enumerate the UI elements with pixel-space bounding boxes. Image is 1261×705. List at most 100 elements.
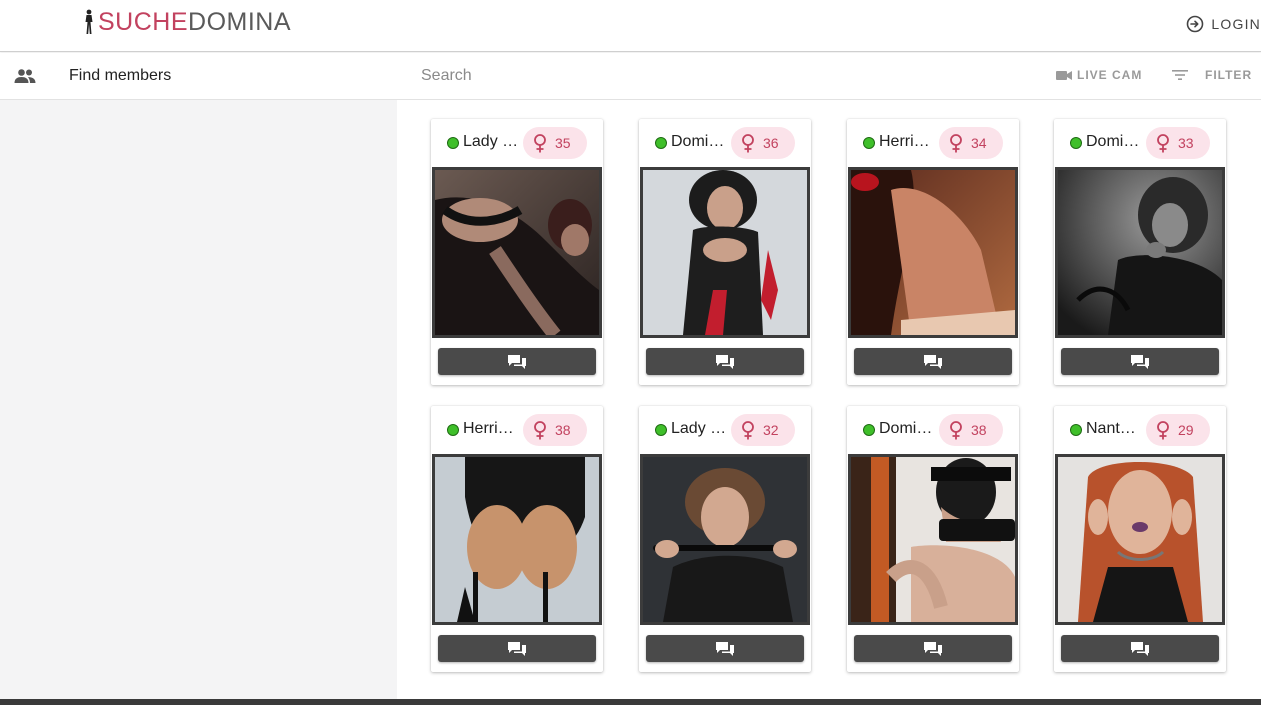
chat-icon (508, 354, 526, 369)
member-photo[interactable] (848, 454, 1018, 625)
member-card-header: Herrin… 34 (847, 119, 1019, 167)
chat-button[interactable] (438, 635, 596, 662)
login-icon (1187, 15, 1204, 33)
login-label: LOGIN (1211, 16, 1261, 32)
online-status-dot (863, 424, 875, 436)
female-icon (950, 133, 962, 152)
age-badge: 34 (939, 127, 1003, 159)
member-age: 35 (555, 135, 571, 151)
chat-button[interactable] (1061, 348, 1219, 375)
female-icon (950, 420, 962, 439)
online-status-dot (655, 424, 667, 436)
age-badge: 32 (731, 414, 795, 446)
member-age: 34 (971, 135, 987, 151)
member-photo-image (435, 457, 599, 622)
female-icon (534, 420, 546, 439)
member-card-header: Lady … 32 (639, 406, 811, 454)
member-name[interactable]: Nanth… (1086, 420, 1142, 438)
search-input[interactable] (421, 67, 1021, 85)
female-icon (742, 420, 754, 439)
chat-button[interactable] (854, 635, 1012, 662)
member-photo-image (851, 170, 1015, 335)
member-name[interactable]: Domi… (671, 133, 727, 151)
online-status-dot (1070, 137, 1082, 149)
member-name[interactable]: Lady … (463, 133, 519, 151)
chat-icon (716, 354, 734, 369)
member-photo[interactable] (640, 454, 810, 625)
chat-icon (1131, 641, 1149, 656)
find-members-item[interactable]: Find members (0, 53, 397, 100)
member-card-header: Lady … 35 (431, 119, 603, 167)
woman-silhouette-icon (85, 9, 93, 34)
login-button[interactable]: LOGIN (1186, 12, 1261, 36)
member-photo[interactable] (432, 167, 602, 338)
chat-button[interactable] (646, 635, 804, 662)
live-cam-button[interactable]: LIVE CAM (1056, 68, 1142, 82)
chat-icon (924, 641, 942, 656)
chat-button[interactable] (646, 348, 804, 375)
member-name[interactable]: Herrin… (879, 133, 935, 151)
female-icon (742, 133, 754, 152)
live-cam-label: LIVE CAM (1077, 68, 1143, 82)
member-photo[interactable] (1055, 454, 1225, 625)
member-name[interactable]: Lady … (671, 420, 727, 438)
bottom-bar (0, 699, 1261, 705)
chat-button[interactable] (1061, 635, 1219, 662)
logo-text-domina: DOMINA (188, 7, 292, 36)
age-badge: 38 (939, 414, 1003, 446)
chat-icon (924, 354, 942, 369)
member-card[interactable]: Domi… 33 (1054, 119, 1226, 385)
search-bar: LIVE CAM FILTER (397, 53, 1261, 100)
member-photo[interactable] (640, 167, 810, 338)
member-age: 36 (763, 135, 779, 151)
age-badge: 29 (1146, 414, 1210, 446)
member-photo-image (1058, 170, 1222, 335)
member-photo[interactable] (432, 454, 602, 625)
member-card-header: Domi… 33 (1054, 119, 1226, 167)
member-age: 29 (1178, 422, 1194, 438)
member-card[interactable]: Domi… 38 (847, 406, 1019, 672)
chat-button[interactable] (438, 348, 596, 375)
member-photo-image (435, 170, 599, 335)
member-age: 38 (555, 422, 571, 438)
member-photo[interactable] (1055, 167, 1225, 338)
online-status-dot (447, 137, 459, 149)
chat-button[interactable] (854, 348, 1012, 375)
member-card[interactable]: Nanth… 29 (1054, 406, 1226, 672)
member-age: 33 (1178, 135, 1194, 151)
filter-button[interactable]: FILTER (1172, 68, 1252, 82)
find-members-label: Find members (69, 67, 172, 84)
online-status-dot (863, 137, 875, 149)
member-photo[interactable] (848, 167, 1018, 338)
female-icon (1157, 133, 1169, 152)
online-status-dot (1070, 424, 1082, 436)
member-age: 32 (763, 422, 779, 438)
site-logo[interactable]: SUCHEDOMINA (82, 6, 291, 38)
member-card[interactable]: Herrin… 34 (847, 119, 1019, 385)
age-badge: 36 (731, 127, 795, 159)
member-card[interactable]: Lady … 35 (431, 119, 603, 385)
member-name[interactable]: Domi… (1086, 133, 1142, 151)
top-app-bar: SUCHEDOMINA LOGIN (0, 0, 1261, 52)
online-status-dot (447, 424, 459, 436)
member-card-header: Nanth… 29 (1054, 406, 1226, 454)
member-card-header: Herrin… 38 (431, 406, 603, 454)
chat-icon (1131, 354, 1149, 369)
member-card[interactable]: Herrin… 38 (431, 406, 603, 672)
chat-icon (716, 641, 734, 656)
logo-text-suche: SUCHE (98, 7, 189, 36)
member-card[interactable]: Lady … 32 (639, 406, 811, 672)
chat-icon (508, 641, 526, 656)
member-name[interactable]: Domi… (879, 420, 935, 438)
member-photo-image (1058, 457, 1222, 622)
member-card[interactable]: Domi… 36 (639, 119, 811, 385)
video-camera-icon (1056, 70, 1072, 80)
member-photo-image (643, 170, 807, 335)
online-status-dot (655, 137, 667, 149)
female-icon (534, 133, 546, 152)
age-badge: 35 (523, 127, 587, 159)
member-age: 38 (971, 422, 987, 438)
member-name[interactable]: Herrin… (463, 420, 519, 438)
female-icon (1157, 420, 1169, 439)
member-card-header: Domi… 38 (847, 406, 1019, 454)
